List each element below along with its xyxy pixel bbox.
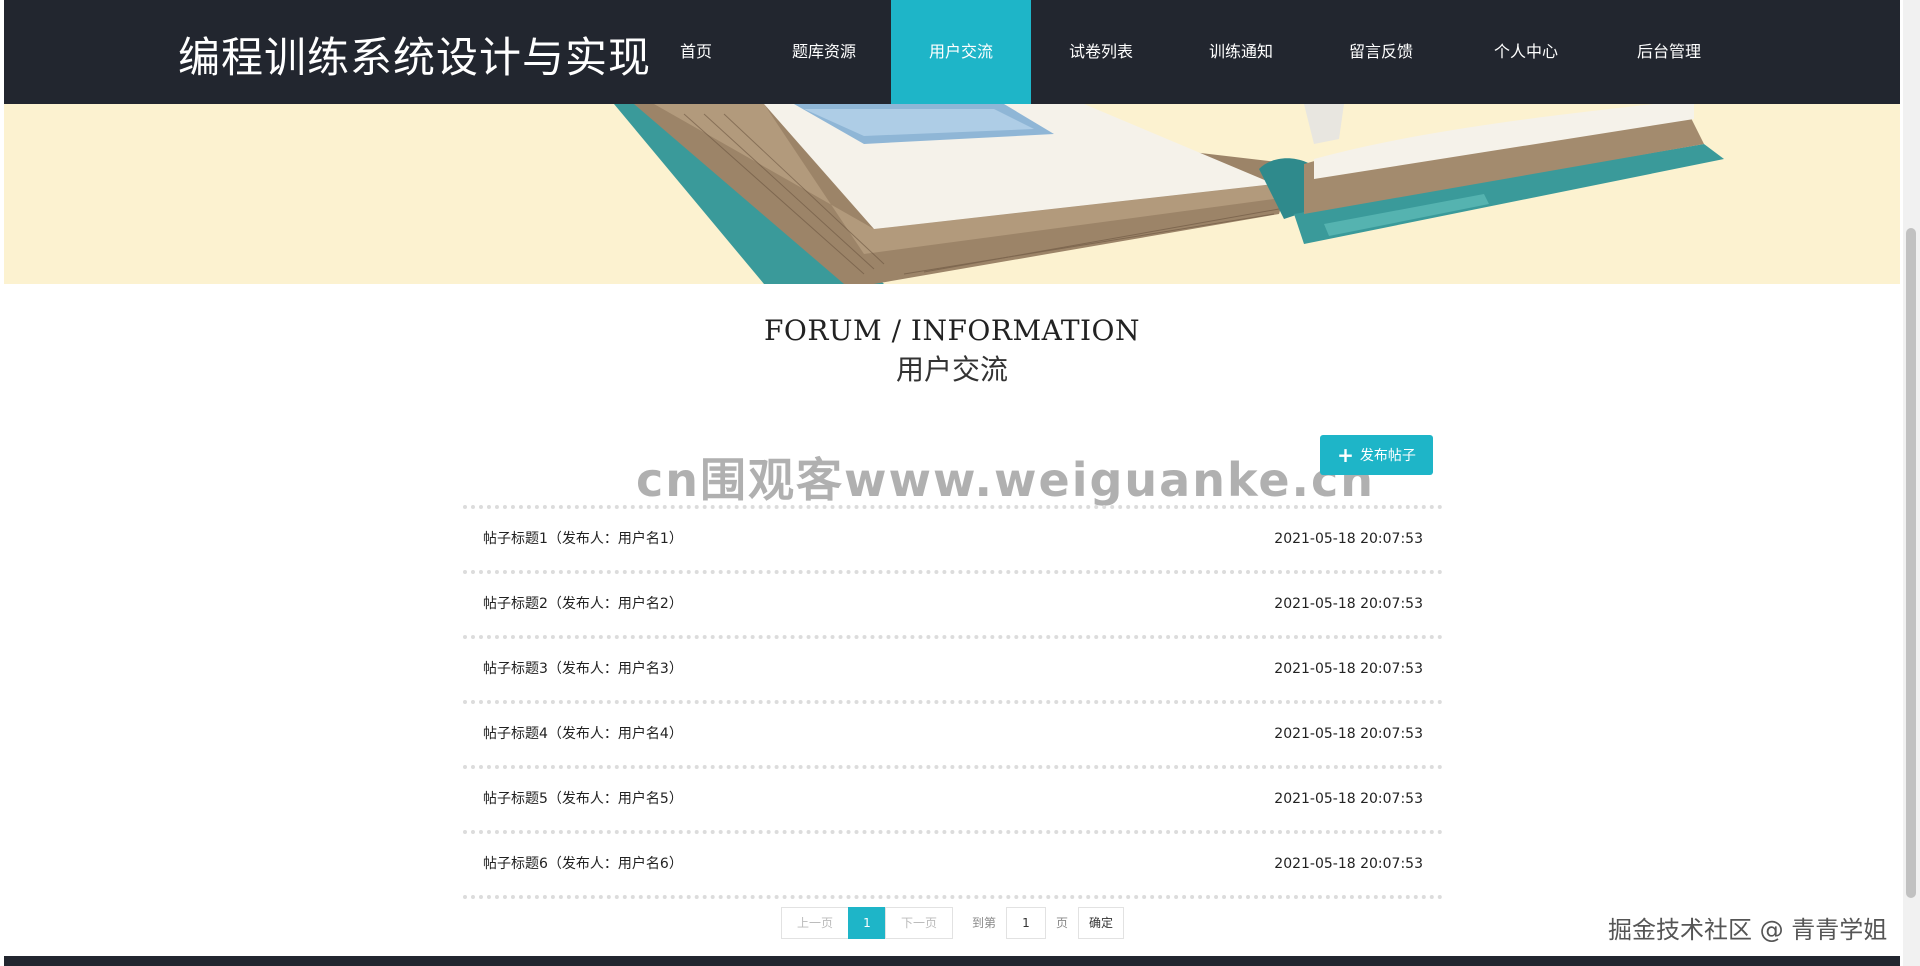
- bottom-bar: [4, 956, 1900, 966]
- post-title[interactable]: 帖子标题2（发布人：用户名2）: [483, 574, 683, 635]
- publish-post-button[interactable]: + 发布帖子: [1320, 435, 1433, 475]
- banner: [4, 104, 1900, 284]
- goto-page-input[interactable]: [1006, 907, 1046, 939]
- post-title[interactable]: 帖子标题1（发布人：用户名1）: [483, 509, 683, 570]
- next-page-button[interactable]: 下一页: [885, 907, 953, 939]
- post-row[interactable]: 帖子标题6（发布人：用户名6） 2021-05-18 20:07:53: [463, 834, 1443, 895]
- nav-item-user-forum[interactable]: 用户交流: [891, 0, 1031, 104]
- publish-post-label: 发布帖子: [1359, 448, 1416, 464]
- open-book-illustration: [614, 104, 1724, 284]
- post-title[interactable]: 帖子标题4（发布人：用户名4）: [483, 704, 683, 765]
- post-time: 2021-05-18 20:07:53: [1274, 661, 1423, 677]
- prev-page-button[interactable]: 上一页: [781, 907, 849, 939]
- page: 编程训练系统设计与实现 首页 题库资源 用户交流 试卷列表 训练通知 留言反馈 …: [0, 0, 1920, 966]
- nav-item-exam-list[interactable]: 试卷列表: [1031, 0, 1171, 104]
- post-row[interactable]: 帖子标题4（发布人：用户名4） 2021-05-18 20:07:53: [463, 704, 1443, 765]
- plus-icon: +: [1337, 443, 1354, 467]
- post-list: 帖子标题1（发布人：用户名1） 2021-05-18 20:07:53 帖子标题…: [463, 505, 1443, 899]
- credit-watermark: 掘金技术社区 @ 青青学姐: [1608, 916, 1888, 944]
- section-title-cn: 用户交流: [895, 353, 1008, 386]
- nav-item-feedback[interactable]: 留言反馈: [1311, 0, 1451, 104]
- post-time: 2021-05-18 20:07:53: [1274, 531, 1423, 547]
- goto-prefix: 到第: [972, 916, 997, 930]
- post-time: 2021-05-18 20:07:53: [1274, 791, 1423, 807]
- post-row[interactable]: 帖子标题5（发布人：用户名5） 2021-05-18 20:07:53: [463, 769, 1443, 830]
- post-time: 2021-05-18 20:07:53: [1274, 856, 1423, 872]
- post-title[interactable]: 帖子标题6（发布人：用户名6）: [483, 834, 683, 895]
- watermark: cn围观客www.weiguanke.cn: [636, 453, 1376, 507]
- divider: [463, 895, 1443, 899]
- nav-item-personal-center[interactable]: 个人中心: [1456, 0, 1596, 104]
- nav-item-home[interactable]: 首页: [650, 0, 742, 104]
- goto-suffix: 页: [1056, 916, 1069, 930]
- post-row[interactable]: 帖子标题2（发布人：用户名2） 2021-05-18 20:07:53: [463, 574, 1443, 635]
- section-title-en: FORUM / INFORMATION: [763, 314, 1141, 347]
- post-row[interactable]: 帖子标题3（发布人：用户名3） 2021-05-18 20:07:53: [463, 639, 1443, 700]
- nav-item-training-notice[interactable]: 训练通知: [1171, 0, 1311, 104]
- nav-item-admin[interactable]: 后台管理: [1599, 0, 1739, 104]
- post-time: 2021-05-18 20:07:53: [1274, 596, 1423, 612]
- page-1-button[interactable]: 1: [848, 907, 886, 939]
- post-title[interactable]: 帖子标题3（发布人：用户名3）: [483, 639, 683, 700]
- nav-item-question-bank[interactable]: 题库资源: [754, 0, 894, 104]
- post-title[interactable]: 帖子标题5（发布人：用户名5）: [483, 769, 683, 830]
- top-header: 编程训练系统设计与实现 首页 题库资源 用户交流 试卷列表 训练通知 留言反馈 …: [4, 0, 1900, 104]
- post-row[interactable]: 帖子标题1（发布人：用户名1） 2021-05-18 20:07:53: [463, 509, 1443, 570]
- post-time: 2021-05-18 20:07:53: [1274, 726, 1423, 742]
- confirm-page-button[interactable]: 确定: [1078, 907, 1124, 939]
- scrollbar-thumb[interactable]: [1906, 228, 1916, 898]
- site-title: 编程训练系统设计与实现: [178, 33, 652, 82]
